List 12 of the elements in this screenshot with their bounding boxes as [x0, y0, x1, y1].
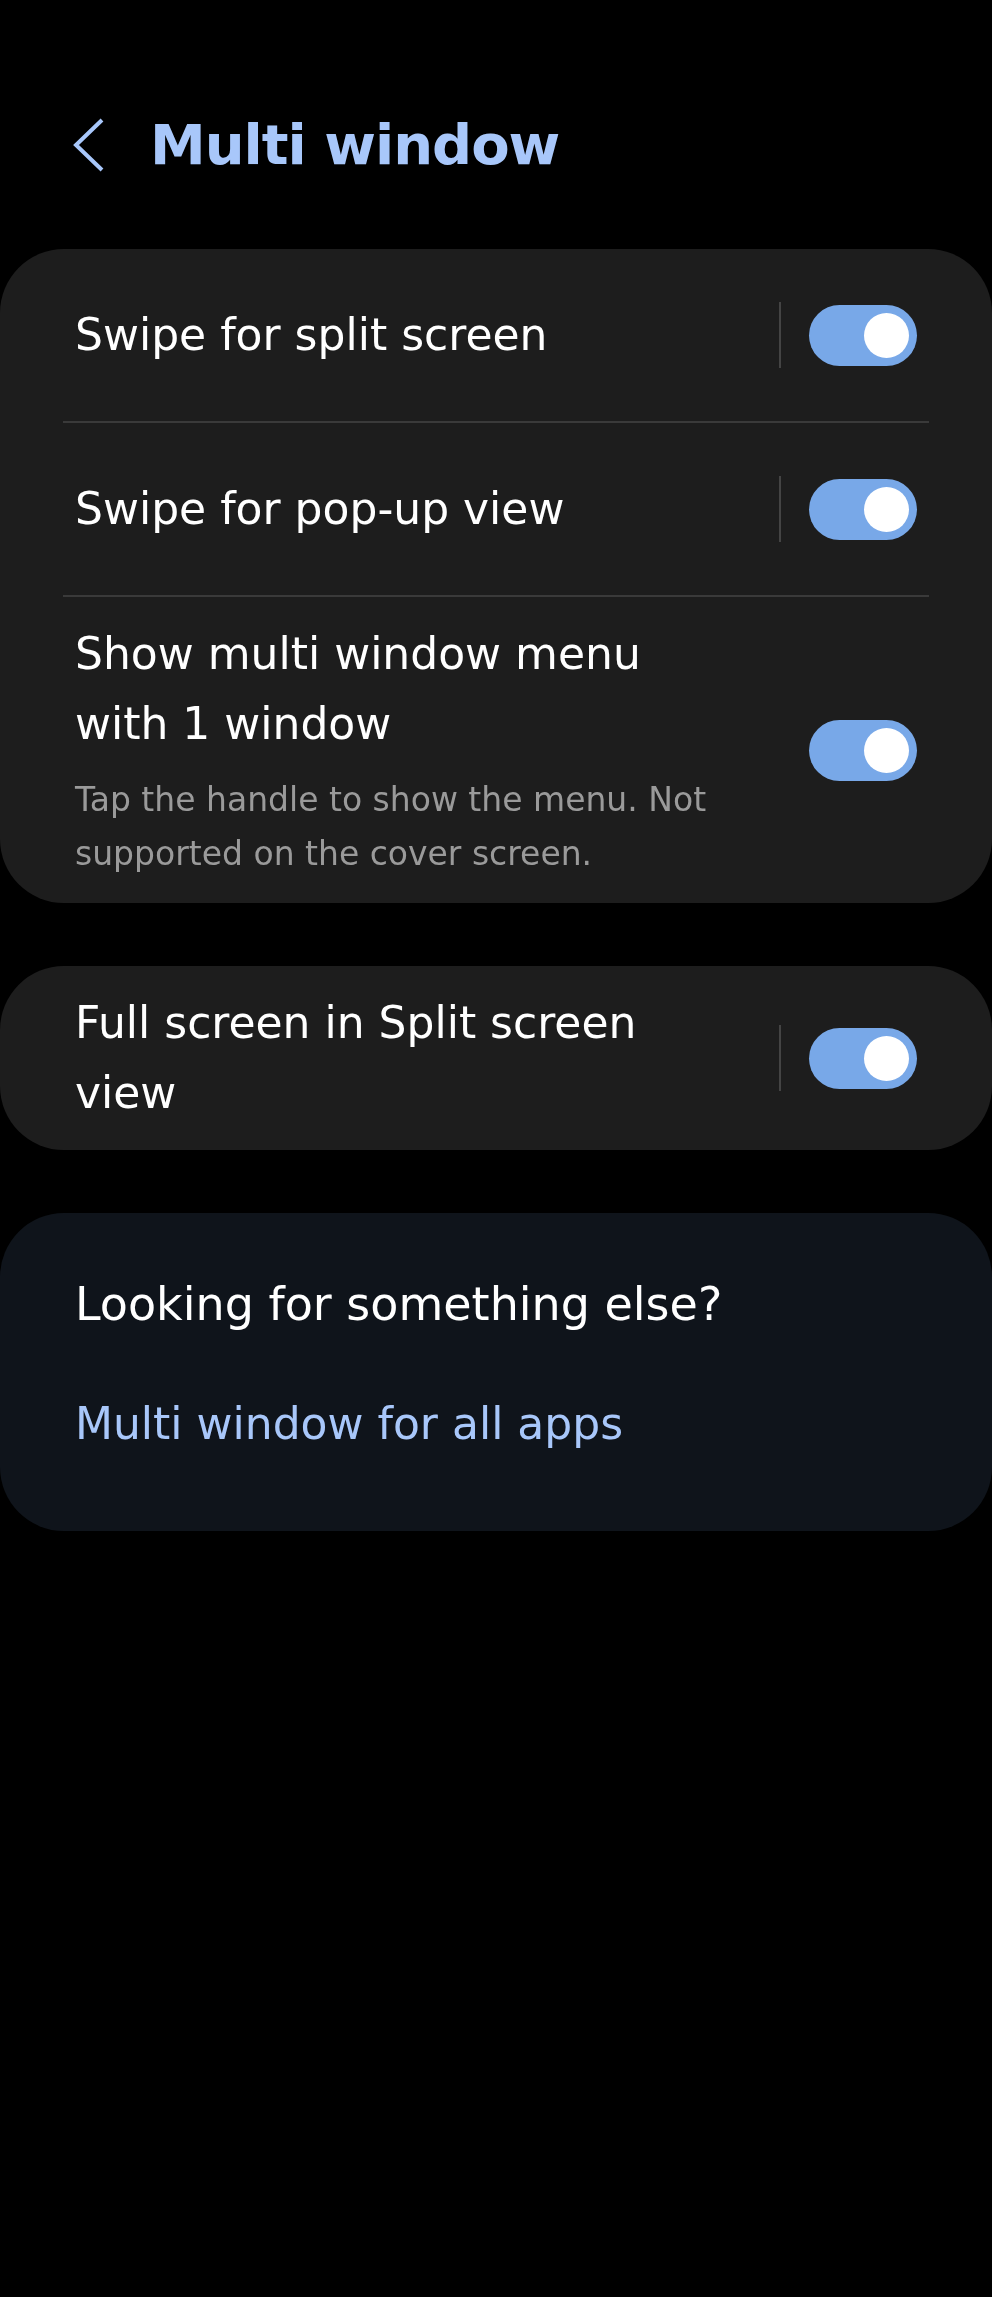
suggestion-heading: Looking for something else? [75, 1276, 724, 1333]
setting-title: Swipe for split screen [75, 308, 549, 362]
suggestion-link[interactable]: Multi window for all apps [75, 1389, 624, 1459]
page-title: Multi window [150, 112, 560, 177]
setting-description: Tap the handle to show the menu. Not supported on the cover screen. [75, 779, 708, 875]
toggle-switch[interactable] [809, 1027, 917, 1089]
toggle-switch[interactable] [809, 478, 917, 540]
setting-title: Full screen in Split screen view [75, 996, 638, 1120]
setting-title: Swipe for pop-up view [75, 482, 566, 536]
toggle-switch[interactable] [809, 719, 917, 781]
setting-title: Show multi window menu with 1 window [75, 627, 642, 751]
toggle-switch[interactable] [809, 304, 917, 366]
